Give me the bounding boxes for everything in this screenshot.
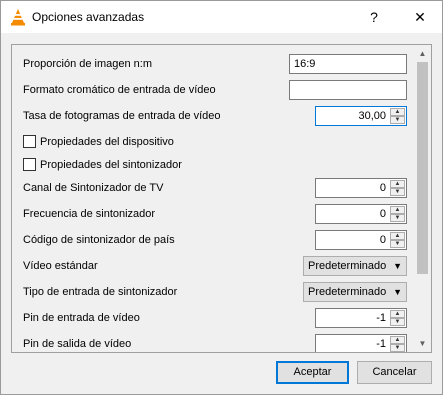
tuner-input-type-select[interactable]: Predeterminado ▼ (303, 282, 407, 302)
spin-up-icon[interactable]: ▲ (390, 310, 405, 318)
spin-up-icon[interactable]: ▲ (390, 180, 405, 188)
video-out-pin-label: Pin de salida de vídeo (23, 338, 132, 350)
help-button[interactable]: ? (359, 1, 389, 33)
spin-down-icon[interactable]: ▼ (390, 318, 405, 326)
tv-channel-spin-arrows: ▲ ▼ (390, 180, 405, 196)
spin-up-icon[interactable]: ▲ (390, 232, 405, 240)
fps-spin-arrows: ▲ ▼ (390, 108, 405, 124)
country-code-spin-arrows: ▲ ▼ (390, 232, 405, 248)
tuner-input-type-label: Tipo de entrada de sintonizador (23, 286, 178, 298)
fps-row: Tasa de fotogramas de entrada de vídeo 3… (12, 106, 415, 126)
tuner-frequency-spinbox[interactable]: 0 ▲ ▼ (315, 204, 407, 224)
device-properties-row: Propiedades del dispositivo (12, 132, 415, 152)
tv-channel-spinbox[interactable]: 0 ▲ ▼ (315, 178, 407, 198)
video-out-pin-spin-arrows: ▲ ▼ (390, 336, 405, 352)
vlc-cone-icon (11, 9, 25, 26)
window-title: Opciones avanzadas (32, 10, 145, 24)
fps-spinbox[interactable]: 30,00 ▲ ▼ (315, 106, 407, 126)
chevron-down-icon: ▼ (393, 287, 402, 297)
fps-label: Tasa de fotogramas de entrada de vídeo (23, 110, 221, 122)
spin-up-icon[interactable]: ▲ (390, 206, 405, 214)
chroma-format-row: Formato cromático de entrada de vídeo (12, 80, 415, 100)
spin-down-icon[interactable]: ▼ (390, 344, 405, 352)
scroll-down-icon[interactable]: ▼ (414, 335, 431, 352)
country-code-spinbox[interactable]: 0 ▲ ▼ (315, 230, 407, 250)
tuner-frequency-label: Frecuencia de sintonizador (23, 208, 156, 220)
video-in-pin-spin-arrows: ▲ ▼ (390, 310, 405, 326)
tuner-frequency-row: Frecuencia de sintonizador 0 ▲ ▼ (12, 204, 415, 224)
spin-up-icon[interactable]: ▲ (390, 336, 405, 344)
video-in-pin-value: -1 (376, 312, 386, 324)
video-standard-value: Predeterminado (308, 260, 387, 272)
tv-channel-value: 0 (379, 182, 386, 194)
tuner-properties-row: Propiedades del sintonizador (12, 155, 415, 175)
spin-down-icon[interactable]: ▼ (390, 240, 405, 248)
options-scroll-panel: Proporción de imagen n:m 16:9 Formato cr… (11, 44, 432, 353)
tuner-frequency-value: 0 (379, 208, 386, 220)
video-in-pin-label: Pin de entrada de vídeo (23, 312, 140, 324)
video-standard-select[interactable]: Predeterminado ▼ (303, 256, 407, 276)
spin-down-icon[interactable]: ▼ (390, 116, 405, 124)
video-standard-label: Vídeo estándar (23, 260, 98, 272)
chroma-format-label: Formato cromático de entrada de vídeo (23, 84, 216, 96)
spin-down-icon[interactable]: ▼ (390, 188, 405, 196)
country-code-row: Código de sintonizador de país 0 ▲ ▼ (12, 230, 415, 250)
aspect-ratio-label: Proporción de imagen n:m (23, 58, 153, 70)
video-out-pin-row: Pin de salida de vídeo -1 ▲ ▼ (12, 334, 415, 352)
fps-value: 30,00 (358, 110, 386, 122)
chevron-down-icon: ▼ (393, 261, 402, 271)
cancel-button[interactable]: Cancelar (357, 361, 432, 384)
aspect-ratio-input[interactable]: 16:9 (289, 54, 407, 74)
title-bar: Opciones avanzadas ? ✕ (1, 1, 442, 33)
tv-channel-label: Canal de Sintonizador de TV (23, 182, 164, 194)
close-button[interactable]: ✕ (398, 1, 442, 33)
vertical-scrollbar[interactable]: ▲ ▼ (414, 45, 431, 352)
device-properties-label[interactable]: Propiedades del dispositivo (40, 136, 174, 148)
spin-down-icon[interactable]: ▼ (390, 214, 405, 222)
accept-button[interactable]: Aceptar (276, 361, 349, 384)
tuner-input-type-row: Tipo de entrada de sintonizador Predeter… (12, 282, 415, 302)
country-code-value: 0 (379, 234, 386, 246)
video-out-pin-spinbox[interactable]: -1 ▲ ▼ (315, 334, 407, 352)
country-code-label: Código de sintonizador de país (23, 234, 175, 246)
video-in-pin-spinbox[interactable]: -1 ▲ ▼ (315, 308, 407, 328)
video-standard-row: Vídeo estándar Predeterminado ▼ (12, 256, 415, 276)
scroll-up-icon[interactable]: ▲ (414, 45, 431, 62)
tuner-properties-label[interactable]: Propiedades del sintonizador (40, 159, 182, 171)
chroma-format-input[interactable] (289, 80, 407, 100)
tv-channel-row: Canal de Sintonizador de TV 0 ▲ ▼ (12, 178, 415, 198)
scrollbar-thumb[interactable] (417, 62, 428, 274)
device-properties-checkbox[interactable] (23, 135, 36, 148)
advanced-options-dialog: Opciones avanzadas ? ✕ Proporción de ima… (0, 0, 443, 395)
spin-up-icon[interactable]: ▲ (390, 108, 405, 116)
aspect-ratio-row: Proporción de imagen n:m 16:9 (12, 54, 415, 74)
tuner-input-type-value: Predeterminado (308, 286, 387, 298)
video-in-pin-row: Pin de entrada de vídeo -1 ▲ ▼ (12, 308, 415, 328)
tuner-frequency-spin-arrows: ▲ ▼ (390, 206, 405, 222)
tuner-properties-checkbox[interactable] (23, 158, 36, 171)
video-out-pin-value: -1 (376, 338, 386, 350)
